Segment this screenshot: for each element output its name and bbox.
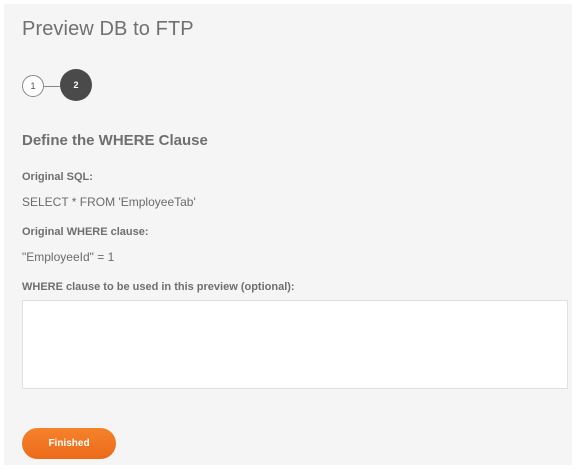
dialog-title: Preview DB to FTP [22, 18, 194, 40]
step-connector [44, 86, 60, 87]
step-2-indicator[interactable]: 2 [60, 69, 92, 101]
where-clause-input[interactable] [22, 300, 568, 389]
preview-where-label: WHERE clause to be used in this preview … [22, 281, 295, 293]
original-sql-value: SELECT * FROM 'EmployeeTab' [22, 195, 196, 209]
section-heading: Define the WHERE Clause [22, 132, 208, 149]
original-where-value: "EmployeeId" = 1 [22, 250, 115, 264]
original-where-label: Original WHERE clause: [22, 226, 149, 238]
finished-button[interactable]: Finished [22, 428, 116, 459]
stepper: 1 2 [22, 69, 102, 103]
original-sql-label: Original SQL: [22, 171, 93, 183]
preview-dialog: Preview DB to FTP 1 2 Define the WHERE C… [4, 4, 572, 465]
step-1-indicator[interactable]: 1 [22, 75, 44, 97]
